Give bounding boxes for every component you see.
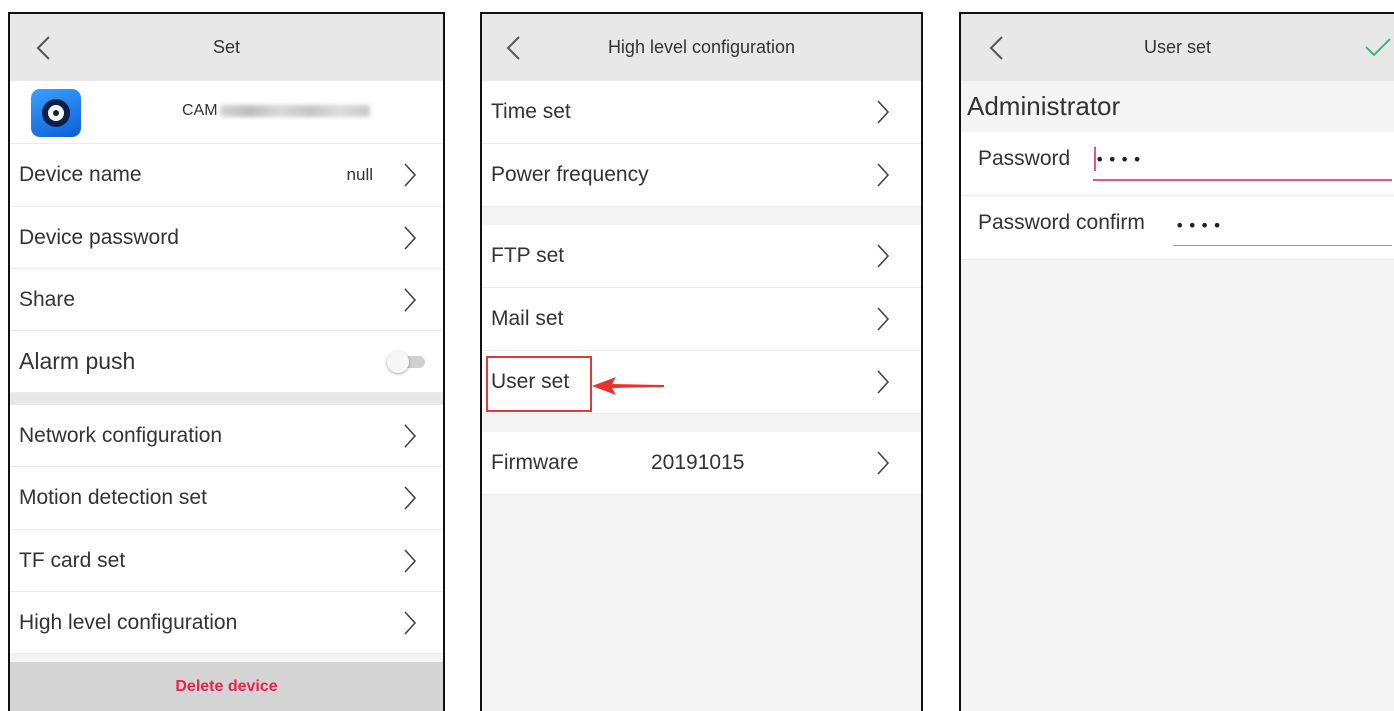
password-confirm-label: Password confirm xyxy=(978,211,1145,234)
password-input[interactable] xyxy=(1093,143,1392,181)
device-password-row[interactable]: Device password xyxy=(10,207,443,269)
high-level-configuration-panel: High level configuration Time set Power … xyxy=(480,12,923,711)
device-name-value: null xyxy=(346,165,373,184)
section-divider xyxy=(482,207,921,225)
text-caret xyxy=(1094,147,1096,171)
chevron-right-icon xyxy=(877,451,890,475)
password-row: Password xyxy=(961,132,1394,196)
back-icon[interactable] xyxy=(32,34,56,62)
share-row[interactable]: Share xyxy=(10,269,443,331)
section-title: Administrator xyxy=(961,81,1394,132)
page-title: User set xyxy=(1143,37,1212,57)
device-name-row[interactable]: Device name null xyxy=(10,144,443,207)
section-divider xyxy=(482,414,921,432)
mail-set-row[interactable]: Mail set xyxy=(482,288,921,351)
ftp-set-row[interactable]: FTP set xyxy=(482,225,921,288)
chevron-right-icon xyxy=(404,225,417,250)
password-confirm-input[interactable] xyxy=(1173,209,1392,246)
page-title: High level configuration xyxy=(607,37,796,57)
chevron-right-icon xyxy=(877,100,890,124)
alarm-push-row: Alarm push xyxy=(10,331,443,393)
settings-panel: Set CAM Device name null Device password… xyxy=(8,12,445,711)
motion-detection-row[interactable]: Motion detection set xyxy=(10,467,443,530)
back-icon[interactable] xyxy=(502,34,526,62)
back-icon[interactable] xyxy=(985,34,1009,62)
firmware-version: 20191015 xyxy=(651,451,745,474)
password-confirm-row: Password confirm xyxy=(961,196,1394,260)
chevron-right-icon xyxy=(877,163,890,187)
chevron-right-icon xyxy=(404,610,417,635)
firmware-row[interactable]: Firmware 20191015 xyxy=(482,432,921,495)
header: Set xyxy=(10,14,443,81)
user-set-panel: User set Administrator Password Password… xyxy=(959,12,1394,711)
red-arrow-icon xyxy=(592,377,664,395)
header: High level configuration xyxy=(482,14,921,81)
chevron-right-icon xyxy=(877,244,890,268)
chevron-right-icon xyxy=(877,370,890,394)
chevron-right-icon xyxy=(404,287,417,312)
header: User set xyxy=(961,14,1394,81)
delete-device-button[interactable]: Delete device xyxy=(10,662,443,711)
network-configuration-row[interactable]: Network configuration xyxy=(10,405,443,467)
high-level-configuration-row[interactable]: High level configuration xyxy=(10,592,443,654)
device-id: CAM xyxy=(182,102,370,120)
password-label: Password xyxy=(978,147,1071,170)
app-camera-icon xyxy=(31,89,81,137)
alarm-push-toggle[interactable] xyxy=(387,350,425,373)
device-row: CAM xyxy=(10,81,443,144)
chevron-right-icon xyxy=(877,307,890,331)
chevron-right-icon xyxy=(404,163,417,187)
section-divider xyxy=(10,393,443,405)
tf-card-row[interactable]: TF card set xyxy=(10,530,443,592)
power-frequency-row[interactable]: Power frequency xyxy=(482,144,921,207)
chevron-right-icon xyxy=(404,486,417,510)
check-icon[interactable] xyxy=(1364,36,1392,58)
user-set-row[interactable]: User set xyxy=(482,351,921,414)
chevron-right-icon xyxy=(404,423,417,448)
page-title: Set xyxy=(212,37,241,57)
device-id-blurred xyxy=(219,105,370,117)
chevron-right-icon xyxy=(404,548,417,573)
time-set-row[interactable]: Time set xyxy=(482,81,921,144)
